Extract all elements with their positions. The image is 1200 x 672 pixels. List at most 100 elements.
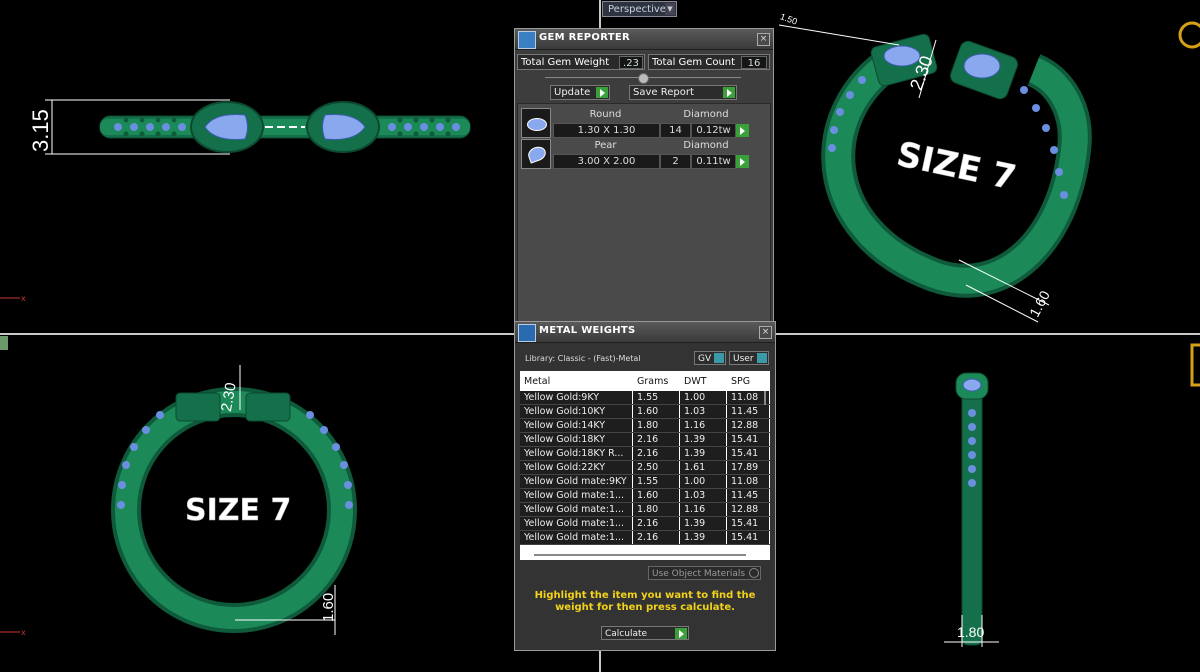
column-header-dwt[interactable]: DWT — [679, 371, 727, 391]
column-header-grams[interactable]: Grams — [632, 371, 680, 391]
metal-name: Yellow Gold:14KY — [520, 418, 633, 433]
dwt-value: 1.39 — [679, 530, 727, 545]
viewport-bottom-left[interactable]: x SIZE 7 — [0, 335, 599, 672]
metal-name: Yellow Gold mate:1... — [520, 488, 633, 503]
size-label-front: SIZE 7 — [185, 493, 291, 528]
grams-value: 2.50 — [632, 460, 680, 475]
gem-row-round[interactable]: Round Diamond 1.30 X 1.30 14 0.12tw — [521, 108, 751, 138]
play-icon — [723, 87, 735, 98]
svg-text:x: x — [21, 294, 26, 303]
metal-weights-titlebar[interactable]: METAL WEIGHTS × — [515, 322, 775, 343]
table-row[interactable]: Yellow Gold mate:9KY 1.55 1.00 11.08 — [520, 474, 770, 489]
chevron-down-icon[interactable]: ▼ — [665, 3, 675, 15]
gold-icon — [1190, 343, 1200, 387]
metal-table-header: Metal Grams DWT SPG — [520, 371, 770, 391]
total-gem-count-text: Total Gem Count — [652, 57, 736, 68]
grams-value: 2.16 — [632, 432, 680, 447]
close-icon[interactable]: × — [757, 33, 770, 46]
close-icon[interactable]: × — [759, 326, 772, 339]
calculate-button-label: Calculate — [605, 629, 648, 639]
dwt-value: 1.03 — [679, 488, 727, 503]
spg-value: 15.41 — [726, 530, 770, 545]
table-row[interactable]: Yellow Gold:10KY 1.60 1.03 11.45 — [520, 404, 770, 419]
dwt-value: 1.00 — [679, 474, 727, 489]
viewport-top-left[interactable]: x — [0, 0, 599, 333]
dwt-value: 1.39 — [679, 446, 727, 461]
play-icon — [596, 87, 608, 98]
total-gem-weight-value: .23 — [619, 56, 643, 69]
metal-weights-title: METAL WEIGHTS — [539, 325, 636, 336]
gem-reporter-titlebar[interactable]: GEM REPORTER × — [515, 29, 773, 50]
viewport-top-right[interactable]: SIZE 7 — [774, 0, 1200, 333]
metal-name: Yellow Gold mate:1... — [520, 502, 633, 517]
gv-toggle[interactable]: GV — [694, 351, 726, 365]
metal-name: Yellow Gold mate:1... — [520, 516, 633, 531]
dimension-label-1-80-edge: 1.80 — [957, 624, 985, 640]
update-button-label: Update — [554, 87, 591, 98]
gem-round-play-button[interactable] — [736, 124, 749, 137]
checkbox-icon — [749, 568, 759, 578]
use-object-materials-checkbox[interactable]: Use Object Materials — [648, 566, 761, 580]
dwt-value: 1.16 — [679, 418, 727, 433]
calculate-hint: Highlight the item you want to find the … — [534, 590, 756, 613]
horizontal-scrollbar[interactable] — [534, 554, 746, 556]
table-row[interactable]: Yellow Gold mate:1... 1.80 1.16 12.88 — [520, 502, 770, 517]
flask-icon — [518, 324, 536, 342]
gem-row-pear[interactable]: Pear Diamond 3.00 X 2.00 2 0.11tw — [521, 139, 751, 169]
splitter-handle-icon[interactable] — [638, 73, 649, 84]
metal-table: Metal Grams DWT SPG Yellow Gold:9KY 1.55 1… — [520, 371, 770, 545]
table-row[interactable]: Yellow Gold:14KY 1.80 1.16 12.88 — [520, 418, 770, 433]
table-row[interactable]: Yellow Gold mate:1... 2.16 1.39 15.41 — [520, 530, 770, 545]
metal-name: Yellow Gold:22KY — [520, 460, 633, 475]
grams-value: 2.16 — [632, 446, 680, 461]
spg-value: 15.41 — [726, 446, 770, 461]
metal-table-container[interactable]: Metal Grams DWT SPG Yellow Gold:9KY 1.55 1… — [520, 371, 770, 560]
dimension-label-3-15: 3.15 — [28, 109, 53, 152]
gem-list: Round Diamond 1.30 X 1.30 14 0.12tw Pear… — [517, 103, 771, 325]
toggle-icon — [714, 353, 724, 363]
table-row[interactable]: Yellow Gold:18KY 2.16 1.39 15.41 — [520, 432, 770, 447]
user-label: User — [733, 354, 754, 364]
gem-pear-play-button[interactable] — [736, 155, 749, 168]
grams-value: 2.16 — [632, 530, 680, 545]
gem-size-pear: 3.00 X 2.00 — [553, 154, 660, 169]
ring-edge-view — [955, 372, 989, 646]
use-object-materials-label: Use Object Materials — [652, 569, 746, 579]
total-gem-weight-text: Total Gem Weight — [521, 57, 610, 68]
calculate-button[interactable]: Calculate — [601, 626, 689, 640]
column-header-metal[interactable]: Metal — [520, 371, 633, 391]
table-row[interactable]: Yellow Gold:18KY R... 2.16 1.39 15.41 — [520, 446, 770, 461]
column-header-spg[interactable]: SPG — [726, 371, 770, 391]
play-icon — [675, 628, 687, 639]
spg-value: 11.08 — [726, 474, 770, 489]
user-toggle[interactable]: User — [729, 351, 769, 365]
vertical-scrollbar[interactable] — [764, 391, 766, 405]
dwt-value: 1.39 — [679, 516, 727, 531]
table-row[interactable]: Yellow Gold:9KY 1.55 1.00 11.08 — [520, 391, 770, 405]
gem-count-round: 14 — [660, 123, 691, 138]
table-row[interactable]: Yellow Gold mate:1... 1.60 1.03 11.45 — [520, 488, 770, 503]
save-report-button-label: Save Report — [633, 87, 694, 98]
metal-weights-panel: METAL WEIGHTS × Library: Classic - (Fast… — [514, 321, 776, 651]
metal-name: Yellow Gold mate:1... — [520, 530, 633, 545]
round-gem-icon — [521, 108, 551, 138]
metal-name: Yellow Gold:9KY — [520, 391, 633, 405]
dwt-value: 1.03 — [679, 404, 727, 419]
dwt-value: 1.00 — [679, 391, 727, 405]
viewport-label-text: Perspective — [608, 4, 666, 15]
spg-value: 12.88 — [726, 502, 770, 517]
viewport-label-perspective[interactable]: Perspective ▼ — [602, 1, 677, 17]
viewport-bottom-right[interactable] — [774, 335, 1200, 672]
table-row[interactable]: Yellow Gold mate:1... 2.16 1.39 15.41 — [520, 516, 770, 531]
spg-value: 15.41 — [726, 516, 770, 531]
update-button[interactable]: Update — [550, 85, 610, 100]
table-row[interactable]: Yellow Gold:22KY 2.50 1.61 17.89 — [520, 460, 770, 475]
save-report-button[interactable]: Save Report — [629, 85, 737, 100]
pear-gem-icon — [521, 139, 551, 169]
axis-indicator: x — [0, 294, 26, 303]
spg-value: 15.41 — [726, 432, 770, 447]
grams-value: 2.16 — [632, 516, 680, 531]
gem-shape-pear: Pear — [594, 140, 617, 151]
metal-name: Yellow Gold:10KY — [520, 404, 633, 419]
gv-label: GV — [698, 354, 712, 364]
